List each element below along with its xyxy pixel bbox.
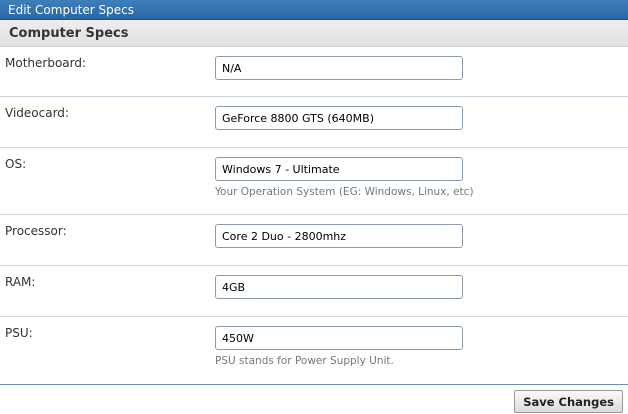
motherboard-input[interactable] [215, 56, 463, 80]
os-hint: Your Operation System (EG: Windows, Linu… [215, 186, 474, 198]
videocard-label: Videocard: [5, 106, 69, 120]
form-row-os: OS: Your Operation System (EG: Windows, … [0, 148, 628, 215]
psu-label: PSU: [5, 326, 33, 340]
form-footer: Save Changes [0, 384, 628, 414]
processor-label: Processor: [5, 224, 67, 238]
motherboard-label: Motherboard: [5, 56, 87, 70]
form-row-processor: Processor: [0, 215, 628, 266]
save-changes-button[interactable]: Save Changes [514, 390, 623, 413]
form-row-ram: RAM: [0, 266, 628, 317]
window-title: Edit Computer Specs [8, 3, 134, 17]
os-label: OS: [5, 157, 27, 171]
videocard-input[interactable] [215, 106, 463, 130]
window-titlebar: Edit Computer Specs [0, 0, 628, 20]
form-row-psu: PSU: PSU stands for Power Supply Unit. [0, 317, 628, 384]
form-row-motherboard: Motherboard: [0, 47, 628, 97]
ram-input[interactable] [215, 275, 463, 299]
processor-input[interactable] [215, 224, 463, 248]
section-title: Computer Specs [9, 26, 129, 41]
ram-label: RAM: [5, 275, 36, 289]
psu-hint: PSU stands for Power Supply Unit. [215, 355, 394, 367]
psu-input[interactable] [215, 326, 463, 350]
section-header: Computer Specs [0, 20, 628, 47]
os-input[interactable] [215, 157, 463, 181]
form-row-videocard: Videocard: [0, 97, 628, 148]
